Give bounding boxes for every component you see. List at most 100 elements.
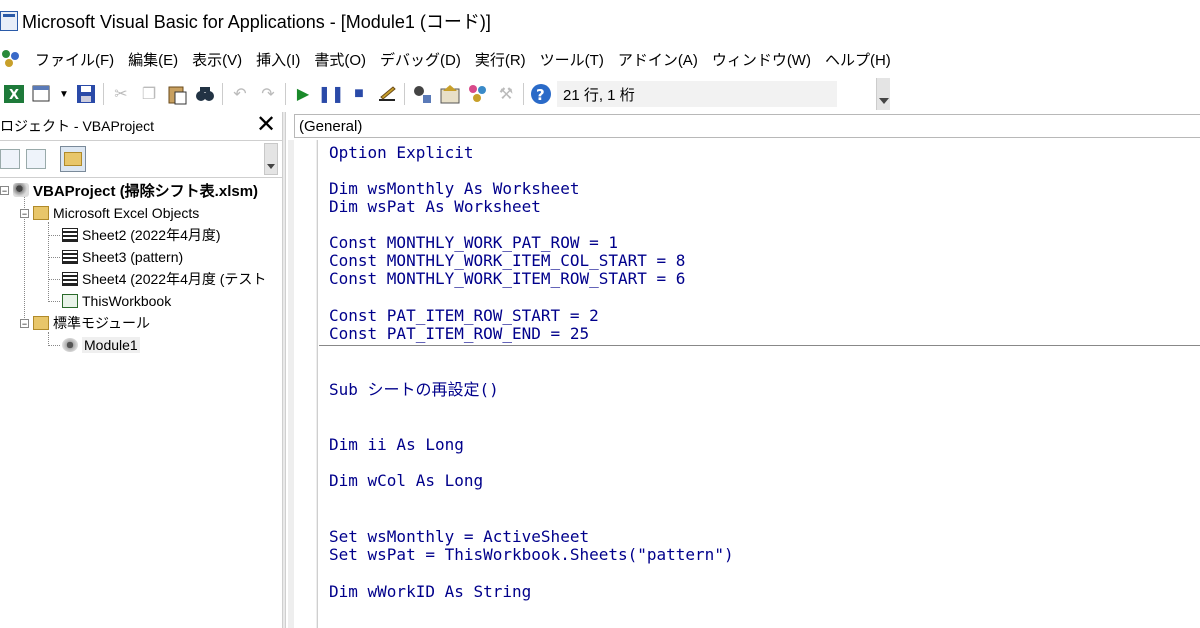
object-combo[interactable]: (General): [294, 114, 1200, 138]
menu-addins[interactable]: アドイン(A): [611, 49, 705, 70]
menu-debug[interactable]: デバッグ(D): [373, 49, 468, 70]
code-line[interactable]: Sub シートの再設定(): [329, 381, 499, 399]
worksheet-icon: [62, 250, 78, 264]
save-icon[interactable]: [75, 83, 97, 105]
tree-node-sheet2[interactable]: Sheet2 (2022年4月度): [62, 224, 221, 246]
tree-node-thisworkbook[interactable]: ThisWorkbook: [62, 290, 171, 312]
object-browser-icon[interactable]: [467, 83, 489, 105]
collapse-icon[interactable]: −: [20, 208, 29, 218]
folder-icon: [64, 152, 82, 166]
project-explorer-title: ロジェクト - VBAProject: [0, 118, 155, 134]
tree-node-label: VBAProject (掃除シフト表.xlsm): [33, 182, 259, 200]
vbaproject-icon: [13, 183, 29, 197]
project-explorer-toolbar: [0, 141, 282, 178]
project-explorer-icon[interactable]: [411, 83, 433, 105]
procedure-separator: [319, 345, 1200, 346]
menu-tools[interactable]: ツール(T): [533, 49, 611, 70]
menu-format[interactable]: 書式(O): [307, 49, 373, 70]
folder-icon: [33, 316, 49, 330]
toggle-folders-icon[interactable]: [60, 146, 86, 172]
properties-window-icon[interactable]: [439, 83, 461, 105]
code-line[interactable]: Dim wCol As Long: [329, 472, 483, 490]
tree-node-label: Microsoft Excel Objects: [53, 205, 200, 221]
code-line[interactable]: Const PAT_ITEM_ROW_START = 2: [329, 307, 599, 325]
tree-node-label: ThisWorkbook: [82, 293, 172, 309]
cut-icon[interactable]: ✂: [110, 83, 132, 105]
folder-icon: [33, 206, 49, 220]
find-icon[interactable]: [194, 83, 216, 105]
object-combo-value: (General): [299, 117, 363, 135]
code-line[interactable]: Dim wsPat As Worksheet: [329, 198, 541, 216]
code-line[interactable]: Set wsMonthly = ActiveSheet: [329, 528, 589, 546]
undo-icon[interactable]: ↶: [229, 83, 251, 105]
vba-app-icon: [0, 11, 18, 31]
redo-icon[interactable]: ↷: [257, 83, 279, 105]
tree-node-sheet4[interactable]: Sheet4 (2022年4月度 (テスト: [62, 268, 266, 290]
run-icon[interactable]: ▶: [292, 83, 314, 105]
svg-text:?: ?: [536, 86, 545, 104]
project-explorer-header: ロジェクト - VBAProject ✕: [0, 112, 282, 141]
code-line[interactable]: Dim wWorkID As String: [329, 583, 531, 601]
scroll-down-icon[interactable]: [264, 143, 278, 175]
collapse-icon[interactable]: −: [0, 185, 9, 195]
menu-insert[interactable]: 挿入(I): [249, 49, 307, 70]
toolbar-options-icon[interactable]: [876, 78, 890, 110]
module-icon: [62, 338, 78, 352]
tree-line: [48, 332, 49, 346]
standard-toolbar: X ▼ ✂ ❐ ↶ ↷ ▶ ❚❚ ■ ⚒ ? 21 行, 1 桁: [0, 78, 890, 110]
dropdown-arrow-icon[interactable]: ▼: [59, 83, 69, 105]
pane-splitter[interactable]: [282, 112, 286, 628]
menu-window[interactable]: ウィンドウ(W): [705, 49, 818, 70]
code-line[interactable]: Const PAT_ITEM_ROW_END = 25: [329, 325, 589, 343]
tree-node-modules-folder[interactable]: − 標準モジュール: [20, 312, 150, 334]
code-line[interactable]: Const MONTHLY_WORK_PAT_ROW = 1: [329, 234, 618, 252]
help-icon[interactable]: ?: [530, 83, 552, 105]
svg-text:X: X: [9, 88, 19, 103]
vba-menu-icon[interactable]: [0, 48, 22, 70]
tree-node-label: 標準モジュール: [53, 315, 151, 331]
design-mode-icon[interactable]: [376, 83, 398, 105]
tree-node-label: Module1: [82, 337, 140, 353]
close-icon[interactable]: ✕: [254, 113, 278, 138]
tree-line: [48, 235, 60, 236]
tree-node-excel-objects[interactable]: − Microsoft Excel Objects: [20, 202, 199, 224]
code-line[interactable]: Const MONTHLY_WORK_ITEM_COL_START = 8: [329, 252, 685, 270]
tree-node-label: Sheet2 (2022年4月度): [82, 227, 221, 243]
reset-icon[interactable]: ■: [348, 83, 370, 105]
toolbar-separator: [222, 83, 223, 105]
toolbar-separator: [103, 83, 104, 105]
tree-node-sheet3[interactable]: Sheet3 (pattern): [62, 246, 183, 268]
menu-edit[interactable]: 編集(E): [121, 49, 185, 70]
menu-file[interactable]: ファイル(F): [28, 49, 121, 70]
menu-run[interactable]: 実行(R): [468, 49, 533, 70]
insert-userform-icon[interactable]: [31, 83, 53, 105]
collapse-icon[interactable]: −: [20, 318, 29, 328]
excel-view-icon[interactable]: X: [3, 83, 25, 105]
menu-help[interactable]: ヘルプ(H): [818, 49, 898, 70]
code-line[interactable]: Const MONTHLY_WORK_ITEM_ROW_START = 6: [329, 270, 685, 288]
toolbar-separator: [404, 83, 405, 105]
tree-line: [48, 345, 60, 346]
copy-icon[interactable]: ❐: [138, 83, 160, 105]
tree-line: [48, 279, 60, 280]
tree-line: [48, 222, 49, 302]
tree-node-label: Sheet3 (pattern): [82, 249, 184, 265]
code-line[interactable]: Option Explicit: [329, 144, 474, 162]
worksheet-icon: [62, 272, 78, 286]
toolbox-icon[interactable]: ⚒: [495, 83, 517, 105]
tree-node-module1[interactable]: Module1: [62, 334, 140, 356]
tree-node-label: Sheet4 (2022年4月度 (テスト: [82, 271, 267, 287]
code-line[interactable]: Dim ii As Long: [329, 436, 464, 454]
view-code-icon[interactable]: [0, 149, 20, 169]
window-title: Microsoft Visual Basic for Applications …: [22, 12, 491, 32]
code-line[interactable]: Dim wsMonthly As Worksheet: [329, 180, 579, 198]
tree-line: [48, 257, 60, 258]
tree-node-root[interactable]: − VBAProject (掃除シフト表.xlsm): [0, 179, 258, 201]
view-object-icon[interactable]: [26, 149, 46, 169]
pause-icon[interactable]: ❚❚: [318, 83, 345, 105]
menu-view[interactable]: 表示(V): [185, 49, 249, 70]
code-line[interactable]: Set wsPat = ThisWorkbook.Sheets("pattern…: [329, 546, 734, 564]
tree-line: [48, 301, 60, 302]
paste-icon[interactable]: [166, 83, 188, 105]
toolbar-separator: [285, 83, 286, 105]
